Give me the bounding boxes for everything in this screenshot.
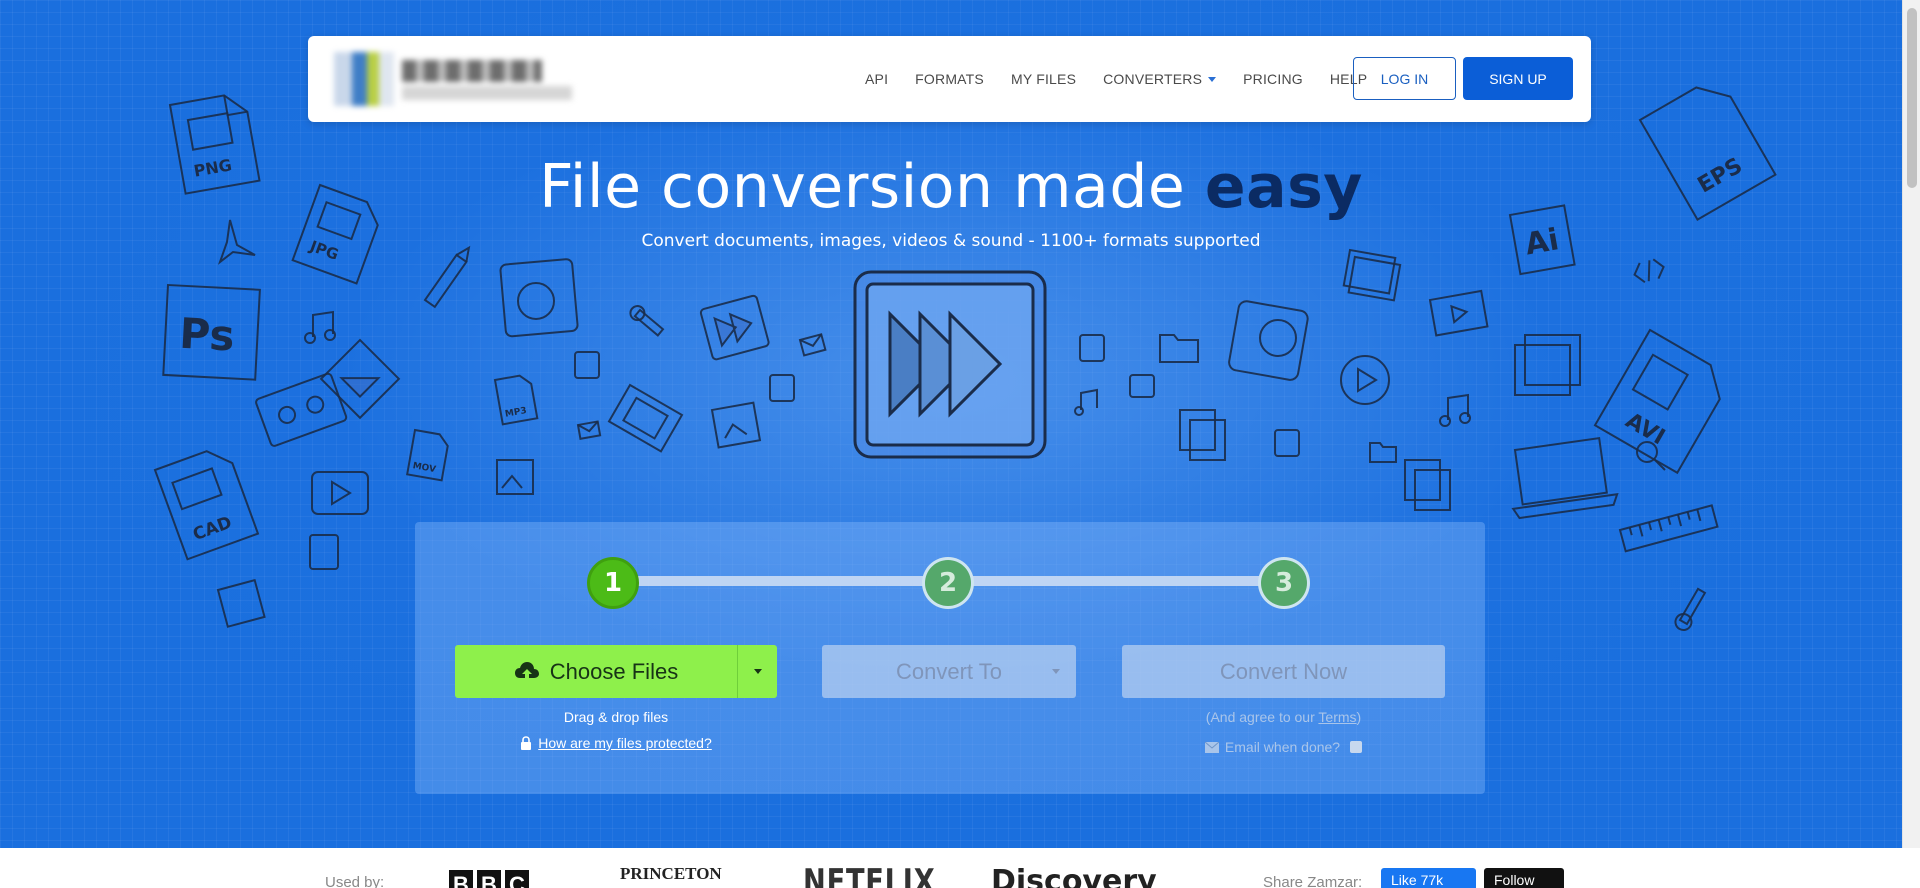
step-3-indicator: 3 — [1258, 557, 1310, 609]
file-small-r1 — [1079, 334, 1105, 362]
mov-file-icon: MOV — [406, 428, 449, 482]
file-icon-small — [574, 351, 600, 379]
email-when-done-label: Email when done? — [1224, 739, 1341, 755]
fast-forward-central-icon — [853, 270, 1047, 459]
chevron-down-icon — [1208, 76, 1217, 82]
bbc-logo: BBC — [449, 870, 529, 888]
files-protected-link[interactable]: How are my files protected? — [538, 735, 712, 751]
pdf-tile-icon — [216, 578, 266, 628]
signup-button[interactable]: SIGN UP — [1463, 57, 1573, 100]
nav-links: API FORMATS MY FILES CONVERTERS PRICING … — [865, 36, 1394, 122]
facebook-like-button[interactable]: Like 77k — [1381, 868, 1476, 888]
code-icon — [1633, 258, 1665, 284]
terms-link[interactable]: Terms — [1318, 709, 1356, 725]
svg-text:MOV: MOV — [412, 461, 437, 475]
envelope-icon-2 — [576, 420, 602, 440]
top-navbar: API FORMATS MY FILES CONVERTERS PRICING … — [308, 36, 1591, 122]
nav-api[interactable]: API — [865, 71, 888, 87]
music-note-icon-3 — [1074, 388, 1098, 416]
choose-files-group: Choose Files — [455, 645, 777, 698]
choose-files-dropdown-toggle[interactable] — [738, 645, 777, 698]
email-when-done-row: Email when done? — [1122, 739, 1445, 755]
avi-file-icon: AVI — [1593, 328, 1721, 475]
file-icon-small-3 — [309, 534, 339, 570]
hero-section: PNG JPG Ps CAD MOV MP3 EPS Ai AVI API FO… — [0, 0, 1902, 848]
copy-icon — [1179, 409, 1226, 461]
picture-tile-icon — [496, 459, 534, 495]
convert-now-button[interactable]: Convert Now — [1122, 645, 1445, 698]
princeton-logo: PRINCETON — [620, 864, 722, 883]
cloud-upload-icon — [514, 661, 539, 682]
mp3-file-icon: MP3 — [493, 374, 539, 426]
svg-text:CAD: CAD — [190, 513, 234, 545]
wrench-icon — [629, 305, 665, 337]
cassette-icon — [255, 372, 348, 447]
login-button[interactable]: LOG IN — [1353, 57, 1456, 100]
envelope-icon — [798, 333, 827, 357]
files-protected-row: How are my files protected? — [455, 735, 777, 751]
nav-pricing[interactable]: PRICING — [1243, 71, 1303, 87]
music-note-icon — [304, 310, 336, 344]
hero-subtitle: Convert documents, images, videos & soun… — [641, 231, 1261, 251]
photos-icon — [1514, 334, 1581, 396]
magnifier-icon — [1636, 441, 1666, 471]
vertical-scrollbar[interactable] — [1902, 0, 1920, 848]
svg-text:Ps: Ps — [178, 309, 236, 361]
music-note-icon-2 — [1439, 393, 1471, 427]
share-label: Share Zamzar: — [1263, 874, 1363, 888]
step-2-indicator: 2 — [922, 557, 974, 609]
hero-title: File conversion made easy — [539, 152, 1363, 222]
video-icon — [311, 471, 369, 515]
ruler-icon — [1618, 504, 1719, 553]
nav-formats[interactable]: FORMATS — [915, 71, 984, 87]
netflix-logo: NETFLIX — [803, 862, 936, 888]
choose-files-button[interactable]: Choose Files — [455, 645, 738, 698]
play-circle-icon — [1340, 355, 1390, 405]
refresh-tile-icon — [1228, 300, 1309, 381]
forward-tile-icon — [699, 294, 770, 361]
folder-small-icon — [1369, 442, 1397, 463]
hero-title-emphasis: easy — [1204, 152, 1363, 222]
used-by-strip: Used by: BBC PRINCETON NETFLIX Discovery… — [0, 848, 1920, 888]
wrench-icon-2 — [1674, 587, 1707, 631]
nav-converters[interactable]: CONVERTERS — [1103, 71, 1217, 87]
svg-text:MP3: MP3 — [504, 406, 527, 420]
cad-file-icon: CAD — [153, 450, 260, 561]
lock-icon — [521, 736, 532, 750]
x-follow-button[interactable]: Follow — [1484, 868, 1564, 888]
used-by-label: Used by: — [325, 874, 385, 888]
image-stack-icon — [1342, 248, 1402, 302]
step-1-indicator: 1 — [587, 557, 639, 609]
chevron-down-icon — [753, 669, 762, 674]
nav-my-files[interactable]: MY FILES — [1011, 71, 1076, 87]
convert-to-dropdown[interactable]: Convert To — [822, 645, 1076, 698]
agree-terms-text: (And agree to our Terms) — [1205, 709, 1362, 725]
scrollbar-thumb[interactable] — [1907, 8, 1917, 188]
sync-icon — [499, 258, 579, 338]
image-tile-icon — [710, 401, 762, 449]
film-strip-icon — [607, 383, 684, 453]
file-small-r2 — [1129, 374, 1155, 398]
drag-drop-hint: Drag & drop files — [563, 709, 669, 725]
converter-panel: 1 2 3 Choose Files Convert To Convert No… — [415, 522, 1485, 794]
discovery-logo: Discovery — [991, 864, 1157, 888]
folder-icon — [1159, 334, 1199, 363]
copy-icon-2 — [1404, 459, 1451, 511]
chevron-down-icon — [1052, 669, 1060, 674]
film-icon — [1428, 289, 1489, 337]
file-icon-small-2 — [769, 374, 795, 402]
brand-logo[interactable] — [320, 44, 580, 114]
svg-text:AVI: AVI — [1621, 408, 1669, 450]
envelope-icon — [1204, 741, 1219, 753]
laptop-icon — [1511, 437, 1619, 520]
file-small-r3 — [1274, 429, 1300, 457]
pencil-icon — [423, 245, 471, 309]
photoshop-icon: Ps — [162, 283, 261, 381]
email-when-done-checkbox[interactable] — [1350, 741, 1363, 753]
play-tile-icon — [319, 338, 401, 420]
